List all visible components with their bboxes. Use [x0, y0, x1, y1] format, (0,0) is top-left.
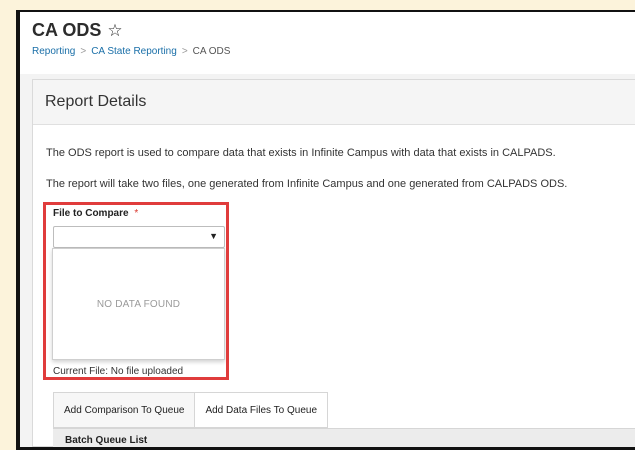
page-title: CA ODS ☆ [32, 20, 123, 41]
file-to-compare-select[interactable]: ▼ [53, 226, 225, 248]
empty-message: NO DATA FOUND [96, 298, 181, 310]
dropdown-list: NO DATA FOUND [52, 248, 225, 360]
breadcrumb-reporting[interactable]: Reporting [32, 46, 75, 57]
panel-title: Report Details [33, 80, 635, 125]
content-area: Report Details The ODS report is used to… [20, 74, 635, 447]
page-header: CA ODS ☆ Reporting > CA State Reporting … [20, 12, 635, 75]
current-file-text: Current File: No file uploaded [53, 366, 184, 377]
tab-add-data-files-to-queue[interactable]: Add Data Files To Queue [195, 392, 329, 428]
queue-tabs: Add Comparison To Queue Add Data Files T… [53, 392, 329, 428]
description-text: The ODS report is used to compare data t… [46, 147, 556, 159]
required-marker: * [134, 208, 139, 219]
caret-down-icon: ▼ [209, 231, 218, 241]
tab-add-comparison-to-queue[interactable]: Add Comparison To Queue [53, 392, 196, 428]
batch-queue-list-header: Batch Queue List [53, 428, 635, 447]
chevron-right-icon: > [80, 46, 87, 57]
star-icon[interactable]: ☆ [107, 21, 122, 41]
chevron-right-icon: > [181, 46, 188, 57]
field-label-text: File to Compare [53, 208, 129, 219]
breadcrumb-current: CA ODS [192, 46, 231, 57]
file-to-compare-label: File to Compare * [53, 208, 138, 219]
page-title-text: CA ODS [32, 20, 102, 40]
description-text-2: The report will take two files, one gene… [46, 178, 568, 190]
app-frame: CA ODS ☆ Reporting > CA State Reporting … [16, 10, 635, 450]
report-details-panel: Report Details The ODS report is used to… [32, 79, 635, 447]
breadcrumb-ca-state-reporting[interactable]: CA State Reporting [91, 46, 177, 57]
breadcrumb: Reporting > CA State Reporting > CA ODS [32, 46, 230, 57]
